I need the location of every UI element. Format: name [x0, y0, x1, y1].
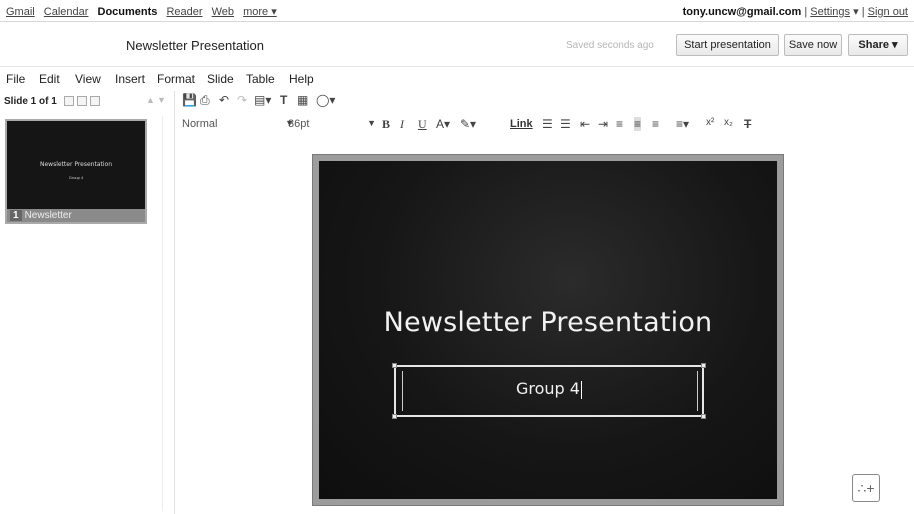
menu-insert[interactable]: Insert — [115, 72, 145, 86]
document-title[interactable]: Newsletter Presentation — [126, 38, 264, 53]
numbered-list-icon[interactable]: ☰ — [542, 117, 553, 131]
thumbnail-subtitle: Group 4 — [68, 175, 84, 180]
slide-canvas[interactable]: Newsletter Presentation Group 4 — [319, 161, 777, 499]
align-left-icon[interactable]: ≡ — [616, 117, 623, 131]
google-bar: Gmail Calendar Documents Reader Web more… — [0, 0, 914, 22]
canvas-scrollbar[interactable] — [902, 140, 914, 514]
resize-handle[interactable] — [392, 363, 397, 368]
reader-link[interactable]: Reader — [166, 6, 202, 18]
slide-title[interactable]: Newsletter Presentation — [319, 307, 777, 338]
link-button[interactable]: Link — [510, 118, 533, 130]
image-icon[interactable]: ▦ — [297, 93, 308, 107]
move-up-icon[interactable]: ▲ — [146, 95, 155, 105]
documents-link[interactable]: Documents — [98, 6, 158, 18]
google-bar-links: Gmail Calendar Documents Reader Web more… — [6, 5, 283, 18]
resize-handle[interactable] — [701, 414, 706, 419]
sign-out-link[interactable]: Sign out — [868, 6, 908, 18]
more-link[interactable]: more ▾ — [243, 6, 277, 18]
save-status: Saved seconds ago — [566, 40, 654, 51]
settings-link[interactable]: Settings — [810, 6, 850, 18]
subscript-icon[interactable]: x₂ — [724, 117, 733, 128]
web-link[interactable]: Web — [212, 6, 234, 18]
decrease-indent-icon[interactable]: ⇤ — [580, 117, 590, 131]
slide-count: Slide 1 of 1 — [4, 96, 57, 107]
chevron-down-icon: ▼ — [367, 118, 376, 128]
menu-slide[interactable]: Slide — [207, 72, 234, 86]
slide-number: 1 — [10, 210, 22, 221]
slide-subtitle[interactable]: Group 4 — [396, 379, 702, 399]
text-box-icon[interactable]: T — [280, 93, 287, 107]
duplicate-slide-icon[interactable] — [77, 96, 87, 106]
slide-name: Newsletter — [24, 210, 72, 221]
account-area: tony.uncw@gmail.com | Settings ▾ | Sign … — [683, 5, 908, 18]
calendar-link[interactable]: Calendar — [44, 6, 89, 18]
document-header: Newsletter Presentation Saved seconds ag… — [0, 23, 914, 67]
menu-format[interactable]: Format — [157, 72, 195, 86]
font-size-select[interactable]: 36pt ▼ — [288, 118, 376, 130]
line-spacing-dropdown-icon[interactable]: ≡▾ — [676, 117, 689, 131]
text-cursor — [580, 380, 582, 399]
thumbnail-title: Newsletter Presentation — [39, 161, 113, 168]
menu-view[interactable]: View — [75, 72, 101, 86]
settings-caret-icon[interactable]: ▾ — [853, 6, 859, 18]
paragraph-style-value: Normal — [182, 118, 218, 130]
underline-icon[interactable]: U — [418, 117, 427, 132]
print-icon[interactable]: ⎙ — [200, 93, 210, 108]
bulleted-list-icon[interactable]: ☰ — [560, 117, 571, 131]
new-slide-dropdown-icon[interactable]: ▤▾ — [254, 93, 271, 107]
resize-handle[interactable] — [701, 363, 706, 368]
delete-slide-icon[interactable] — [90, 96, 100, 106]
shape-dropdown-icon[interactable]: ◯▾ — [316, 93, 335, 107]
align-right-icon[interactable]: ≡ — [652, 117, 659, 131]
save-icon[interactable]: 💾 — [182, 93, 197, 107]
paragraph-style-select[interactable]: Normal ▼ — [182, 118, 294, 130]
account-email: tony.uncw@gmail.com — [682, 6, 802, 18]
redo-icon[interactable]: ↷ — [237, 93, 247, 107]
menu-edit[interactable]: Edit — [39, 72, 60, 86]
font-size-value: 36pt — [288, 118, 310, 130]
format-toolbar: Normal ▼ 36pt ▼ B I U A▾ ✎▾ Link ☰ ☰ ⇤ ⇥… — [176, 117, 914, 139]
separator: | — [804, 6, 808, 18]
add-comment-icon[interactable]: ∴+ — [852, 474, 880, 502]
slide-panel: Slide 1 of 1 ▲ ▼ Newsletter Presentation… — [0, 91, 175, 514]
start-presentation-button[interactable]: Start presentation — [676, 34, 779, 56]
slide-thumbnail[interactable]: Newsletter Presentation Group 4 1 Newslet… — [5, 119, 147, 224]
share-button[interactable]: Share ▾ — [848, 34, 908, 56]
gmail-link[interactable]: Gmail — [6, 6, 35, 18]
text-color-icon[interactable]: A▾ — [436, 117, 450, 131]
separator: | — [861, 6, 865, 18]
highlight-color-icon[interactable]: ✎▾ — [460, 117, 476, 131]
menu-table[interactable]: Table — [246, 72, 275, 86]
slide-panel-scrollbar[interactable] — [162, 116, 174, 511]
new-slide-icon[interactable] — [64, 96, 74, 106]
undo-icon[interactable]: ↶ — [219, 93, 229, 107]
bold-icon[interactable]: B — [382, 117, 390, 132]
menu-file[interactable]: File — [6, 72, 25, 86]
thumbnail-label: 1 Newsletter — [7, 209, 145, 222]
align-center-icon[interactable]: ≡ — [634, 117, 642, 131]
clear-formatting-icon[interactable]: T — [744, 117, 751, 131]
slide-frame: Newsletter Presentation Group 4 — [312, 154, 784, 506]
subtitle-text: Group 4 — [516, 379, 580, 398]
save-now-button[interactable]: Save now — [784, 34, 842, 56]
subtitle-text-box[interactable]: Group 4 — [392, 363, 706, 419]
menu-help[interactable]: Help — [289, 72, 314, 86]
italic-icon[interactable]: I — [400, 117, 404, 132]
superscript-icon[interactable]: x² — [706, 117, 714, 128]
increase-indent-icon[interactable]: ⇥ — [598, 117, 608, 131]
move-down-icon[interactable]: ▼ — [157, 95, 166, 105]
resize-handle[interactable] — [392, 414, 397, 419]
